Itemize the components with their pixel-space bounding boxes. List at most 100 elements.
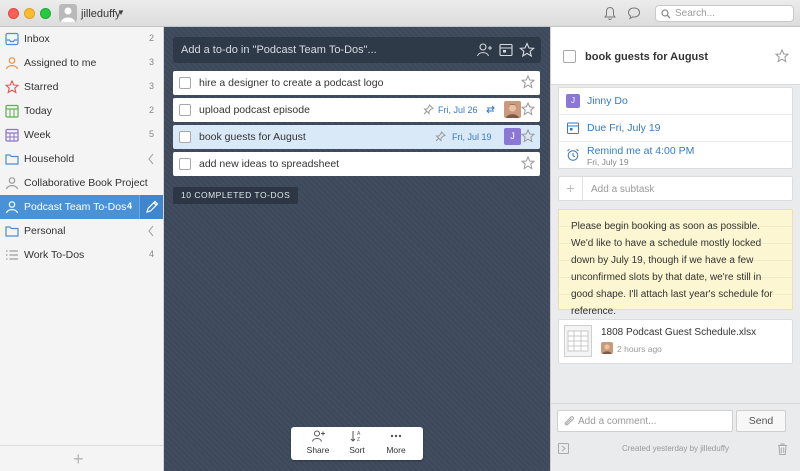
subtask-row[interactable]: + [558,176,793,201]
due-date-row[interactable]: Due Fri, July 19 [559,115,792,142]
note-area[interactable]: Please begin booking as soon as possible… [558,209,793,317]
task-due-date: Fri, Jul 19 [452,132,492,142]
task-title: upload podcast episode [199,104,310,116]
sidebar-item-week[interactable]: Week 5 [0,123,163,147]
assignee-name: Jinny Do [587,95,628,107]
alarm-clock-icon [567,148,579,161]
subtask-input[interactable] [591,182,781,197]
comment-input[interactable] [578,414,728,429]
close-window-button[interactable] [8,8,19,19]
comment-area: Send Created yesterday by jilleduffy [551,403,800,471]
detail-checkbox[interactable] [563,50,576,63]
sidebar-item-collaborative-book-project[interactable]: Collaborative Book Project [0,171,163,195]
created-info: Created yesterday by jilleduffy [621,444,730,453]
task-due-date: Fri, Jul 26 [438,105,478,115]
sort-button[interactable]: AZ Sort [337,430,377,458]
list-icon [6,250,18,260]
sidebar-item-assigned[interactable]: Assigned to me 3 [0,51,163,75]
assignee-row[interactable]: J Jinny Do [559,88,792,115]
inbox-icon [5,32,19,46]
star-icon[interactable] [521,129,535,143]
task-row[interactable]: book guests for August Fri, Jul 19 J [173,125,540,149]
sidebar-item-podcast-team[interactable]: Podcast Team To-Dos 4 [0,195,163,219]
chevron-left-icon[interactable] [147,153,155,165]
sidebar-item-work-todos[interactable]: Work To-Dos 4 [0,243,163,267]
task-row[interactable]: hire a designer to create a podcast logo [173,71,540,95]
paperclip-icon[interactable] [563,415,575,427]
sidebar-item-household[interactable]: Household [0,147,163,171]
task-checkbox[interactable] [179,77,191,89]
edit-list-button[interactable] [139,195,163,219]
star-icon[interactable] [521,156,535,170]
people-icon [5,177,19,190]
star-icon[interactable] [521,75,535,89]
sidebar-footer: + [0,445,163,471]
task-checkbox[interactable] [179,131,191,143]
pin-icon [435,131,446,142]
reminder-row[interactable]: Remind me at 4:00 PM Fri, July 19 [559,142,792,169]
search-field[interactable] [655,5,794,22]
trash-icon[interactable] [777,443,788,455]
task-row[interactable]: upload podcast episode Fri, Jul 26 [173,98,540,122]
zoom-window-button[interactable] [40,8,51,19]
comments-icon[interactable] [627,6,643,22]
folder-icon [5,226,19,237]
add-todo-input[interactable] [181,42,461,58]
person-icon [5,57,19,70]
task-detail-panel: book guests for August J Jinny Do Due Fr… [550,27,800,471]
star-icon[interactable] [775,49,789,63]
task-title: hire a designer to create a podcast logo [199,77,384,89]
calendar-icon[interactable] [498,42,514,58]
detail-properties: J Jinny Do Due Fri, July 19 Remind me at… [558,87,793,169]
file-name: 1808 Podcast Guest Schedule.xlsx [601,327,757,338]
list-toolbar: Share AZ Sort More [291,427,423,460]
share-list-icon[interactable] [476,42,492,58]
file-attachment[interactable]: 1808 Podcast Guest Schedule.xlsx 2 hours… [558,319,793,364]
task-title: add new ideas to spreadsheet [199,158,340,170]
assignee-badge: J [566,94,580,108]
sidebar-item-today[interactable]: Today 2 [0,99,163,123]
chevron-down-icon[interactable]: ▼ [117,8,125,17]
reminder-date: Fri, July 19 [587,157,629,167]
add-list-button[interactable]: + [73,450,84,468]
sidebar-item-inbox[interactable]: Inbox 2 [0,27,163,51]
share-button[interactable]: Share [298,430,338,458]
more-button[interactable]: More [376,430,416,458]
bell-icon[interactable] [603,6,619,22]
detail-title[interactable]: book guests for August [585,51,708,63]
task-checkbox[interactable] [179,158,191,170]
share-person-icon [312,430,325,442]
task-checkbox[interactable] [179,104,191,116]
comment-box[interactable] [557,410,733,432]
pencil-icon [146,200,159,213]
sidebar-item-starred[interactable]: Starred 3 [0,75,163,99]
pin-icon [423,104,434,115]
search-input[interactable] [675,7,790,20]
task-row[interactable]: add new ideas to spreadsheet [173,152,540,176]
assignee-avatar: J [504,128,521,145]
task-title: book guests for August [199,131,306,143]
add-todo-bar[interactable] [173,37,541,63]
minimize-window-button[interactable] [24,8,35,19]
add-subtask-icon[interactable]: + [559,177,583,201]
assignee-avatar [504,101,521,118]
svg-text:Z: Z [357,437,360,442]
task-list-panel: hire a designer to create a podcast logo… [164,27,550,471]
due-date-text: Due Fri, July 19 [587,122,661,134]
user-avatar[interactable] [59,4,77,22]
star-icon [5,80,19,94]
sidebar-item-personal[interactable]: Personal [0,219,163,243]
file-timestamp: 2 hours ago [617,344,662,354]
sidebar: Inbox 2 Assigned to me 3 Starred 3 Today… [0,27,164,471]
star-icon[interactable] [521,102,535,116]
calendar-today-icon [5,104,19,118]
completed-todos-button[interactable]: 10 COMPLETED TO-DOS [173,187,299,204]
chevron-left-icon[interactable] [147,225,155,237]
more-dots-icon [390,434,402,438]
detail-header: book guests for August [551,27,800,85]
folder-icon [5,154,19,165]
send-button[interactable]: Send [736,410,786,432]
people-icon [5,201,19,214]
star-icon[interactable] [519,42,535,58]
user-name[interactable]: jilleduffy [81,8,121,20]
